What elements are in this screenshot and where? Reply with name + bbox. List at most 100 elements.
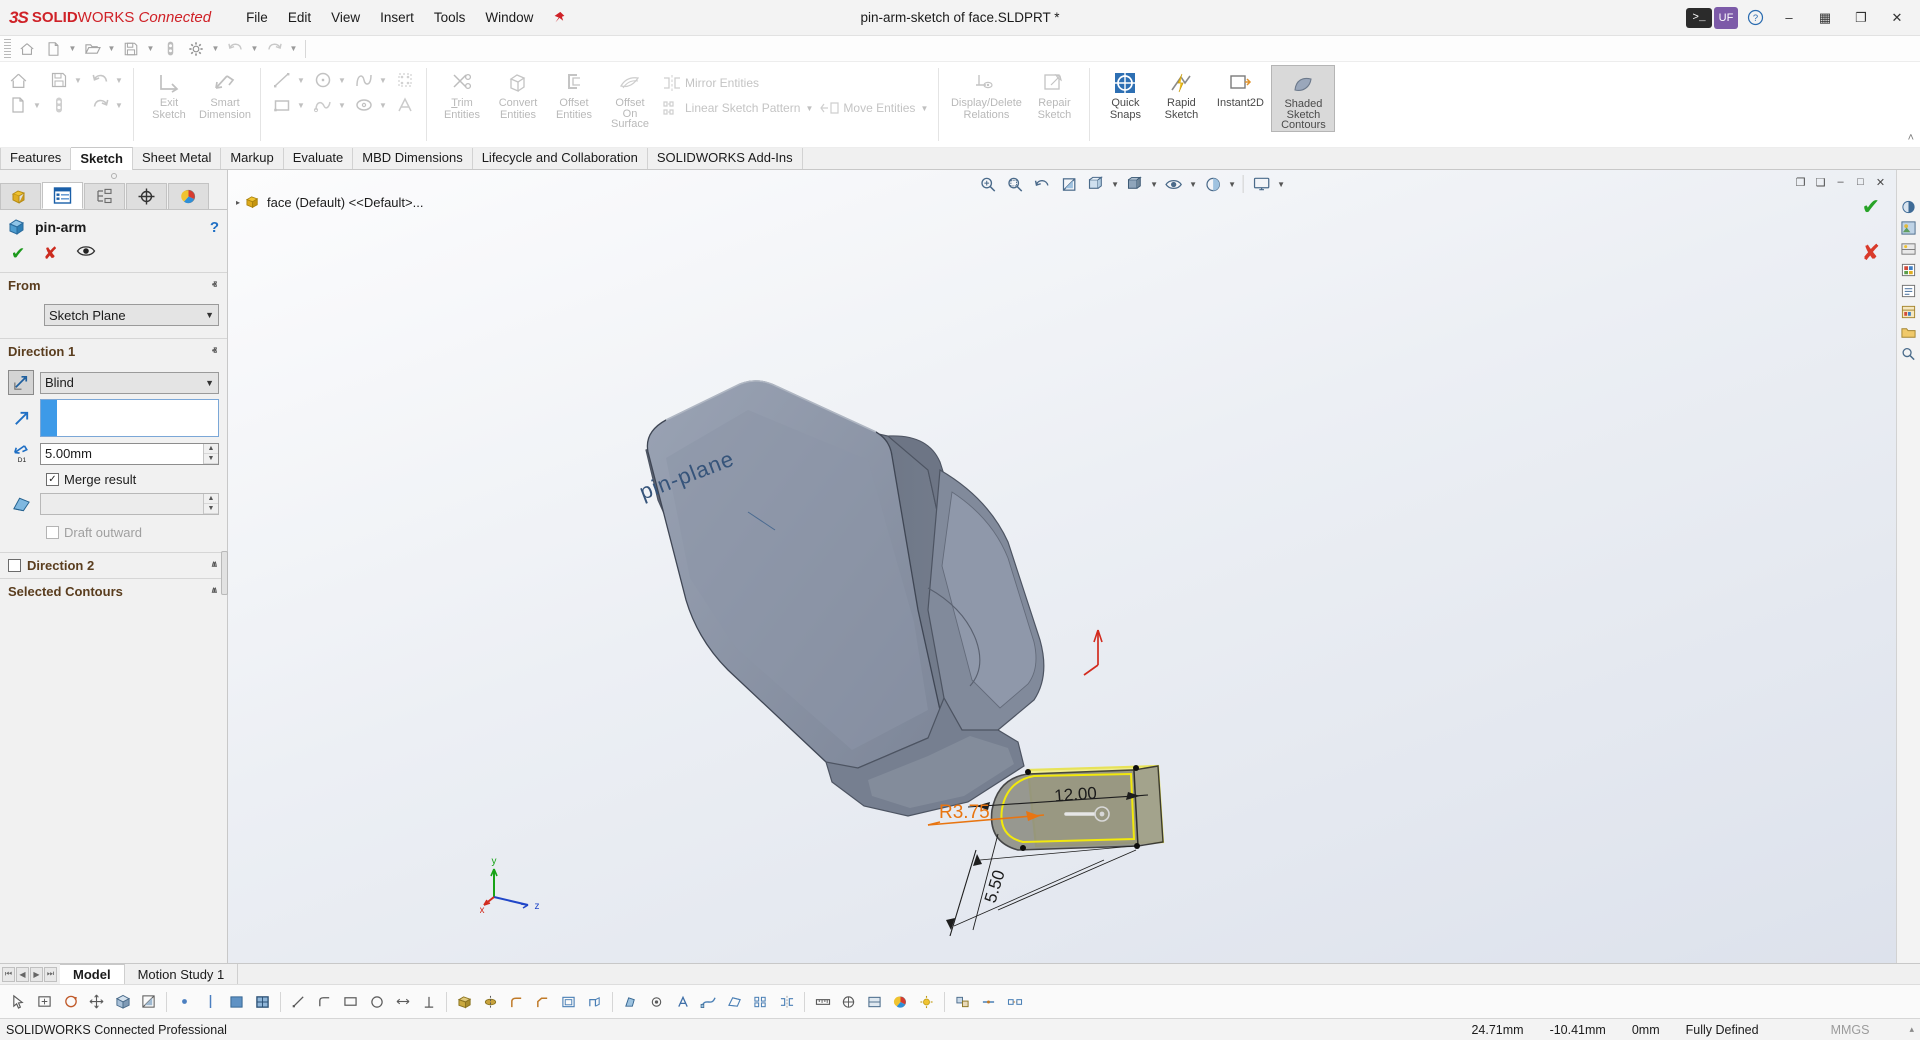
new-document-caret-icon[interactable]: ▼ [66, 38, 79, 60]
spinner-up-icon[interactable]: ▲ [204, 443, 218, 454]
tab-features[interactable]: Features [0, 147, 72, 169]
shell-icon[interactable] [556, 989, 581, 1015]
menu-file[interactable]: File [237, 7, 277, 28]
section-header-from[interactable]: From ⱏ [0, 272, 227, 298]
reverse-direction-button[interactable] [8, 370, 34, 395]
linear-sketch-pattern-button[interactable]: Linear Sketch Pattern ▼ [658, 96, 816, 120]
caret-down-icon[interactable]: ▼ [803, 104, 815, 113]
section-header-direction2[interactable]: Direction 2 ⱞ [0, 552, 227, 578]
offset-entities-button[interactable]: Offset Entities [546, 65, 602, 121]
from-condition-select[interactable]: Sketch Plane ▼ [44, 304, 219, 326]
hide-show-items-icon[interactable] [1161, 172, 1187, 196]
save-caret-icon[interactable]: ▼ [144, 38, 157, 60]
sketch-line-icon[interactable] [286, 989, 311, 1015]
minimize-window-button[interactable]: – [1772, 3, 1806, 33]
section-header-direction1[interactable]: Direction 1 ⱏ [0, 338, 227, 364]
expand-arrow-icon[interactable]: ▸ [236, 198, 240, 207]
apply-scene-caret-icon[interactable]: ▼ [1227, 172, 1238, 196]
minimize-doc-icon[interactable]: – [1831, 172, 1850, 192]
point-tool-icon[interactable] [172, 989, 197, 1015]
trim-entities-button[interactable]: Trim Entities [434, 65, 490, 121]
chevron-up-icon[interactable]: ⱏ [212, 346, 217, 357]
tab-sheet-metal[interactable]: Sheet Metal [133, 147, 222, 169]
prev-tab-icon[interactable]: ◀ [16, 966, 29, 982]
ribbon-new-doc-icon[interactable]: ▼ [4, 93, 44, 117]
rotate-view-icon[interactable] [58, 989, 83, 1015]
save-icon[interactable] [118, 38, 144, 60]
exploded-view-icon[interactable] [1002, 989, 1027, 1015]
instant2d-button[interactable]: Instant2D [1209, 65, 1271, 110]
undo-icon[interactable] [222, 38, 248, 60]
help-icon[interactable]: ? [1740, 5, 1770, 31]
appearances-icon[interactable] [1899, 219, 1919, 237]
circle-tool[interactable]: ▼ [309, 68, 349, 92]
shaded-with-edges-icon[interactable] [250, 989, 275, 1015]
dock-doc-icon[interactable]: ❑ [1811, 172, 1830, 192]
restore-doc-icon[interactable]: ❐ [1791, 172, 1810, 192]
chevron-down-icon[interactable]: ⱞ [212, 560, 217, 571]
quick-snaps-button[interactable]: Quick Snaps [1097, 65, 1153, 121]
depth-input[interactable]: 5.00mm ▲ ▼ [40, 442, 219, 465]
view-orientation-caret-icon[interactable]: ▼ [1110, 172, 1121, 196]
configuration-manager-tab[interactable] [84, 183, 125, 209]
sketch-pattern-tool[interactable] [391, 68, 419, 92]
spinner-down-icon[interactable]: ▼ [204, 453, 218, 464]
view-settings-caret-icon[interactable]: ▼ [1276, 172, 1287, 196]
section-properties-icon[interactable] [862, 989, 887, 1015]
caret-down-icon[interactable]: ▼ [377, 76, 389, 85]
draft-outward-checkbox[interactable] [46, 526, 59, 539]
ellipse-tool[interactable]: ▼ [350, 93, 390, 117]
rectangle-tool[interactable]: ▼ [268, 93, 308, 117]
open-caret-icon[interactable]: ▼ [105, 38, 118, 60]
undo-caret-icon[interactable]: ▼ [248, 38, 261, 60]
tree-root-label[interactable]: face (Default) <<Default>... [267, 195, 423, 210]
redo-caret-icon[interactable]: ▼ [287, 38, 300, 60]
design-library-icon[interactable] [1899, 303, 1919, 321]
caret-down-icon[interactable]: ▼ [336, 101, 348, 110]
repair-sketch-button[interactable]: Repair Sketch [1026, 65, 1082, 121]
draft-spinner[interactable]: ▲ ▼ [203, 493, 218, 514]
tab-sketch[interactable]: Sketch [71, 147, 133, 170]
print-icon[interactable] [157, 38, 183, 60]
menu-tools[interactable]: Tools [425, 7, 475, 28]
close-doc-icon[interactable]: ✕ [1871, 172, 1890, 192]
display-style-caret-icon[interactable]: ▼ [1149, 172, 1160, 196]
move-entities-button[interactable]: Move Entities ▼ [816, 96, 931, 120]
new-document-icon[interactable] [40, 38, 66, 60]
next-tab-icon[interactable]: ▶ [30, 966, 43, 982]
mirror-entities-button[interactable]: Mirror Entities [658, 71, 816, 95]
merge-result-checkbox[interactable]: ✓ [46, 473, 59, 486]
pin-icon[interactable] [548, 7, 570, 29]
shaded-sketch-contours-button[interactable]: Shaded Sketch Contours [1271, 65, 1336, 132]
arc-tool[interactable]: ▼ [309, 93, 349, 117]
ribbon-save-icon[interactable]: ▼ [45, 68, 85, 92]
pan-view-icon[interactable] [84, 989, 109, 1015]
mass-properties-icon[interactable] [836, 989, 861, 1015]
appearance-icon[interactable] [888, 989, 913, 1015]
custom-properties-icon[interactable] [1899, 282, 1919, 300]
pattern-icon[interactable] [748, 989, 773, 1015]
section-view-icon[interactable] [1056, 172, 1082, 196]
caret-down-icon[interactable]: ▼ [295, 101, 307, 110]
caret-down-icon[interactable]: ▼ [113, 101, 125, 110]
decals-icon[interactable] [1899, 261, 1919, 279]
measure-icon[interactable] [810, 989, 835, 1015]
text-tool-icon[interactable] [670, 989, 695, 1015]
zoom-fit-icon[interactable] [32, 989, 57, 1015]
maximize-doc-icon[interactable]: □ [1851, 172, 1870, 192]
ribbon-home-icon[interactable] [4, 68, 44, 92]
collapse-ribbon-icon[interactable]: ˄ [1908, 132, 1914, 144]
sweep-icon[interactable] [696, 989, 721, 1015]
draft-icon[interactable] [618, 989, 643, 1015]
smart-dimension-button[interactable]: Smart Dimension [197, 65, 253, 121]
chevron-down-icon[interactable]: ⱞ [212, 586, 217, 597]
rib-icon[interactable] [582, 989, 607, 1015]
units-selector[interactable]: MMGS [1831, 1023, 1870, 1037]
home-icon[interactable] [14, 38, 40, 60]
chevron-up-icon[interactable]: ⱏ [212, 280, 217, 291]
view-orientation-icon[interactable] [1083, 172, 1109, 196]
last-tab-icon[interactable]: ⏭ [44, 966, 57, 982]
zoom-to-fit-icon[interactable] [975, 172, 1001, 196]
close-window-button[interactable]: ✕ [1880, 3, 1914, 33]
preview-eye-icon[interactable] [76, 244, 96, 264]
